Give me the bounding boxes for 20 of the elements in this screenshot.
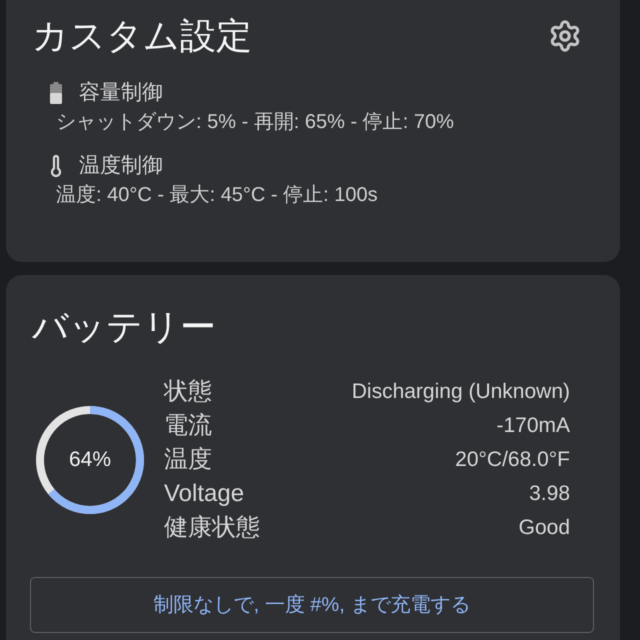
charge-percent: 64% bbox=[68, 447, 112, 474]
charge-button[interactable]: 制限なしで, 一度 #%, まで充電する bbox=[30, 577, 594, 633]
detail-value: -170mA bbox=[495, 413, 570, 439]
detail-label: Voltage bbox=[164, 479, 246, 509]
detail-label: 健康状態 bbox=[164, 513, 260, 543]
battery-icon bbox=[50, 82, 62, 104]
detail-label: 温度 bbox=[164, 445, 213, 475]
section-label: 温度制御 bbox=[79, 153, 163, 179]
detail-value: Good bbox=[518, 515, 570, 541]
detail-value: 3.98 bbox=[528, 481, 570, 507]
card-title: カスタム設定 bbox=[32, 14, 252, 58]
settings-icon[interactable] bbox=[548, 19, 582, 53]
section-detail: 温度: 40°C - 最大: 45°C - 停止: 100s bbox=[55, 183, 379, 208]
card-title: バッテリー bbox=[32, 305, 217, 349]
section-label: 容量制御 bbox=[79, 80, 163, 106]
section-detail: シャットダウン: 5% - 再開: 65% - 停止: 70% bbox=[55, 110, 455, 135]
detail-value: Discharging (Unknown) bbox=[350, 379, 570, 405]
detail-label: 電流 bbox=[164, 411, 213, 441]
detail-label: 状態 bbox=[164, 377, 213, 407]
detail-value: 20°C/68.0°F bbox=[454, 447, 570, 473]
